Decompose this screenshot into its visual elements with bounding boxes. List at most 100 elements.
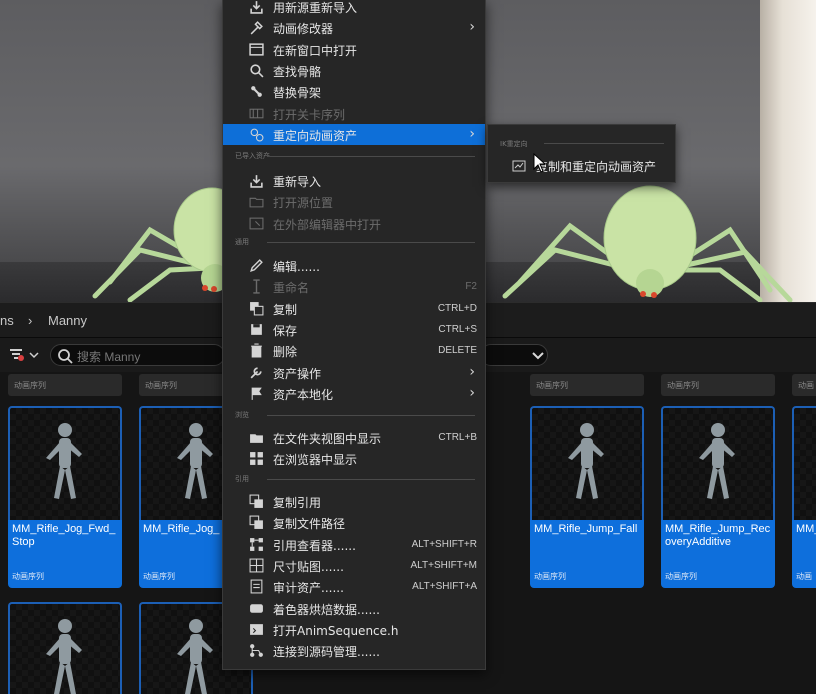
- menu-item-folder-view[interactable]: 在文件夹视图中显示 CTRL+B: [223, 427, 485, 448]
- retarget-submenu: IK重定向 复制和重定向动画资产: [487, 124, 676, 183]
- menu-section-label: 已导入资产: [235, 152, 270, 160]
- menu-item-source-control[interactable]: 连接到源码管理......: [223, 640, 485, 661]
- filter-icon: [10, 349, 39, 361]
- spider-right: [502, 185, 793, 302]
- menu-item-shortcut: ALT+SHIFT+A: [412, 581, 477, 592]
- reference-viewer-icon: [249, 537, 264, 552]
- menu-item-code[interactable]: 打开AnimSequence.h: [223, 619, 485, 640]
- skeleton-icon: [249, 84, 264, 99]
- external-editor-icon: [249, 216, 264, 231]
- asset-thumbnail: [8, 602, 122, 694]
- size-map-icon: [249, 558, 264, 573]
- delete-icon: [249, 343, 264, 358]
- menu-item-label: 重命名: [273, 281, 310, 295]
- asset-type: 动画: [792, 566, 816, 588]
- asset-name: MM_Star: [792, 520, 816, 566]
- menu-item-audit[interactable]: 审计资产...... ALT+SHIFT+A: [223, 576, 485, 597]
- folder-view-icon: [249, 430, 264, 445]
- menu-section-divider: [267, 479, 475, 480]
- menu-item-label: 连接到源码管理......: [273, 645, 380, 659]
- audit-icon: [249, 579, 264, 594]
- save-icon: [249, 322, 264, 337]
- menu-item-wrench[interactable]: 资产操作 ›: [223, 362, 485, 383]
- menu-item-duplicate[interactable]: 复制 CTRL+D: [223, 298, 485, 319]
- context-menu: 用新源重新导入 动画修改器 › 在新窗口中打开 查找骨骼 替换骨架 打开关卡序列 重定向动画资…: [222, 0, 486, 670]
- menu-item-label: 复制引用: [273, 496, 322, 510]
- menu-item-label: 在新窗口中打开: [273, 44, 358, 58]
- menu-item-label: 重新导入: [273, 175, 322, 189]
- asset-type-label: 动画序列: [8, 374, 122, 396]
- sequence-icon: [249, 106, 264, 121]
- asset-name: MM_Rifle_Jump_RecoveryAdditive: [661, 520, 775, 566]
- menu-item-search[interactable]: 查找骨骼: [223, 60, 485, 81]
- menu-item-shortcut: CTRL+D: [437, 303, 477, 314]
- asset-type-label: 动画序列: [661, 374, 775, 396]
- menu-item-size-map[interactable]: 尺寸贴图...... ALT+SHIFT+M: [223, 555, 485, 576]
- chevron-right-icon: ›: [469, 364, 475, 380]
- menu-item-label: 打开关卡序列: [273, 108, 346, 122]
- menu-item-label: 尺寸贴图......: [273, 560, 344, 574]
- shader-icon: [249, 601, 264, 616]
- menu-item-label: 打开源位置: [273, 196, 334, 210]
- reimport-icon: [249, 173, 264, 188]
- search-icon: [249, 63, 264, 78]
- menu-item-label: 重定向动画资产: [273, 129, 358, 143]
- menu-item-retarget[interactable]: 重定向动画资产 ›: [223, 124, 485, 145]
- menu-item-shortcut: F2: [465, 281, 477, 292]
- asset-type-label: 动画: [792, 374, 816, 396]
- menu-item-label: 动画修改器: [273, 22, 334, 36]
- menu-item-external-editor[interactable]: 在外部编辑器中打开: [223, 213, 485, 234]
- menu-item-sequence[interactable]: 打开关卡序列: [223, 103, 485, 124]
- menu-section-divider: [267, 156, 475, 157]
- submenu-section-divider: [544, 143, 664, 144]
- asset-thumbnail: [661, 406, 775, 520]
- breadcrumb-current[interactable]: Manny: [48, 313, 87, 328]
- search-placeholder: 搜索 Manny: [77, 350, 141, 364]
- menu-item-label: 打开AnimSequence.h: [273, 624, 399, 638]
- menu-item-label: 审计资产......: [273, 581, 344, 595]
- retarget-icon: [249, 127, 264, 142]
- menu-section-label: 通用: [235, 238, 249, 246]
- asset-name: MM_Rifle_Jog_Fwd_Stop: [8, 520, 122, 566]
- menu-section-divider: [267, 242, 475, 243]
- menu-item-shortcut: CTRL+B: [438, 432, 477, 443]
- search-icon: [58, 349, 73, 364]
- menu-item-rename[interactable]: 重命名 F2: [223, 276, 485, 297]
- menu-item-label: 在文件夹视图中显示: [273, 432, 382, 446]
- path-dropdown[interactable]: [480, 344, 548, 366]
- menu-item-flag[interactable]: 资产本地化 ›: [223, 383, 485, 404]
- menu-item-label: 保存: [273, 324, 298, 338]
- editor-window: ns › Manny 搜索 Manny 动画序列 MM_Rifle_Jog_Fw…: [0, 0, 816, 694]
- chevron-right-icon: ›: [469, 126, 475, 142]
- menu-item-skeleton[interactable]: 替换骨架: [223, 81, 485, 102]
- menu-item-save[interactable]: 保存 CTRL+S: [223, 319, 485, 340]
- menu-item-reimport[interactable]: 用新源重新导入: [223, 0, 485, 17]
- menu-item-browser[interactable]: 在浏览器中显示: [223, 448, 485, 469]
- menu-item-edit[interactable]: 编辑......: [223, 255, 485, 276]
- menu-item-shortcut: CTRL+S: [438, 324, 477, 335]
- menu-item-label: 资产本地化: [273, 388, 334, 402]
- menu-item-copy-path[interactable]: 复制文件路径: [223, 512, 485, 533]
- asset-type-label: 动画序列: [530, 374, 644, 396]
- menu-item-modifier[interactable]: 动画修改器 ›: [223, 17, 485, 38]
- breadcrumb-parent[interactable]: ns: [0, 313, 14, 328]
- menu-item-shortcut: ALT+SHIFT+R: [411, 539, 477, 550]
- menu-item-shader[interactable]: 着色器烘焙数据......: [223, 598, 485, 619]
- menu-item-reimport[interactable]: 重新导入: [223, 170, 485, 191]
- menu-item-new-window[interactable]: 在新窗口中打开: [223, 39, 485, 60]
- search-input[interactable]: 搜索 Manny: [50, 344, 225, 366]
- menu-item-delete[interactable]: 删除 DELETE: [223, 340, 485, 361]
- retarget-copy-icon: [512, 158, 527, 173]
- edit-icon: [249, 258, 264, 273]
- menu-item-folder-source[interactable]: 打开源位置: [223, 191, 485, 212]
- menu-item-copy-reference[interactable]: 复制引用: [223, 491, 485, 512]
- asset-thumbnail: [792, 406, 816, 520]
- menu-item-copy-retarget[interactable]: 复制和重定向动画资产: [488, 155, 675, 176]
- menu-item-label: 引用查看器......: [273, 539, 356, 553]
- menu-item-reference-viewer[interactable]: 引用查看器...... ALT+SHIFT+R: [223, 534, 485, 555]
- filter-button[interactable]: [8, 346, 44, 364]
- menu-item-label: 复制文件路径: [273, 517, 346, 531]
- new-window-icon: [249, 42, 264, 57]
- menu-item-label: 复制: [273, 303, 298, 317]
- rename-icon: [249, 279, 264, 294]
